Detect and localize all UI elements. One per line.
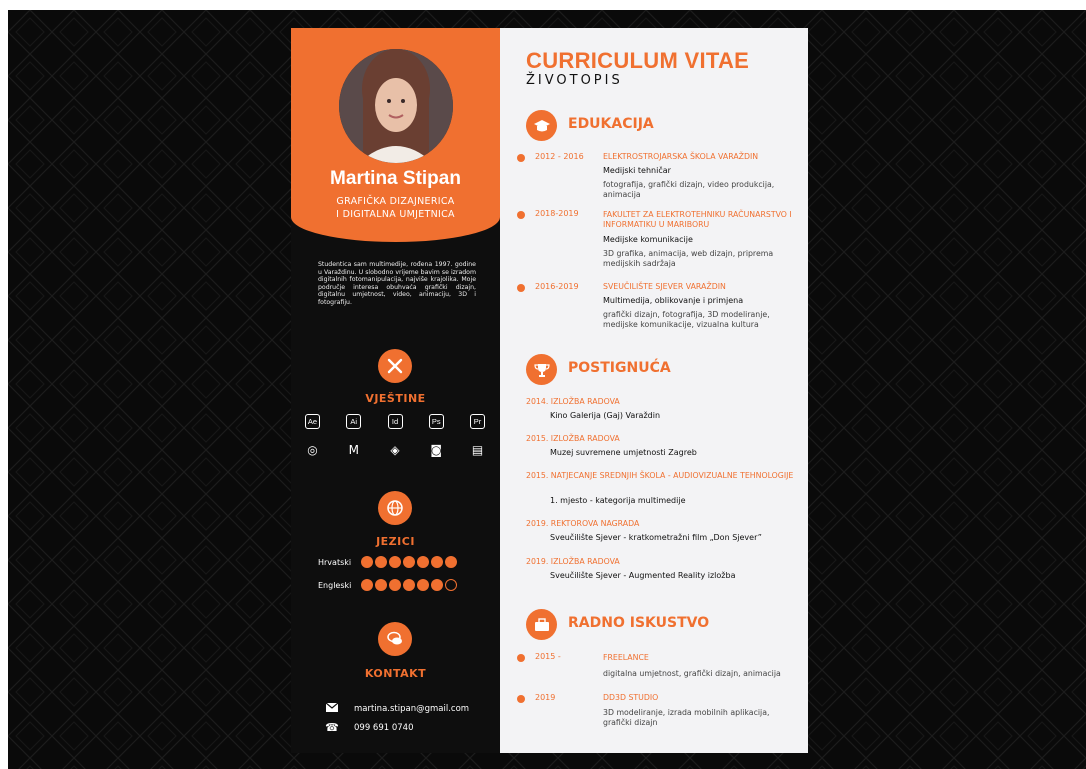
level-dot-filled: [389, 556, 401, 568]
education-desc: grafički dizajn, fotografija, 3D modelir…: [603, 310, 770, 329]
education-bullet: [517, 211, 525, 219]
work-bullet: [517, 654, 525, 662]
education-title: EDUKACIJA: [568, 116, 654, 132]
education-years: 2018-2019: [535, 209, 579, 218]
clapperboard-icon: ▤: [471, 442, 484, 457]
indesign-icon: Id: [387, 414, 403, 429]
profile-photo: [339, 49, 453, 163]
level-dot-filled: [431, 579, 443, 591]
education-program: Medijske komunikacije: [603, 235, 693, 244]
work-title: RADNO ISKUSTVO: [568, 615, 710, 631]
education-school: SVEUČILIŠTE SJEVER VARAŽDIN: [603, 282, 726, 291]
achievement-desc: 1. mjesto - kategorija multimedije: [550, 496, 686, 505]
illustrator-icon: Ai: [346, 414, 362, 429]
level-dot-filled: [389, 579, 401, 591]
cv-title: CURRICULUM VITAE: [526, 48, 750, 73]
trophy-icon: [526, 354, 557, 385]
language-level-dots: [361, 556, 459, 568]
work-desc: 3D modeliranje, izrada mobilnih aplikaci…: [603, 708, 770, 727]
achievement-title: 2015. NATJECANJE SREDNJIH ŠKOLA - AUDIOV…: [526, 471, 794, 480]
achievement-desc: Muzej suvremene umjetnosti Zagreb: [550, 448, 697, 457]
level-dot-filled: [417, 579, 429, 591]
camera-icon: ◙: [430, 442, 443, 457]
level-dot-filled: [375, 556, 387, 568]
contact-title: KONTAKT: [364, 667, 427, 680]
education-desc: fotografija, grafički dizajn, video prod…: [603, 180, 775, 199]
level-dot-filled: [375, 579, 387, 591]
work-years: 2019: [535, 693, 556, 702]
cv-document: Martina Stipan GRAFIČKA DIZAJNERICA I DI…: [291, 28, 808, 753]
software-icons: Ae Ai Id Ps Pr: [305, 414, 485, 429]
person-name: Martina Stipan: [330, 168, 461, 189]
education-desc: 3D grafika, animacija, web dizajn, pripr…: [603, 249, 774, 268]
achievement-desc: Kino Galerija (Gaj) Varaždin: [550, 411, 661, 420]
tool-icons: ◎ M ◈ ◙ ▤: [305, 442, 485, 457]
language-row-croatian: Hrvatski: [318, 556, 459, 568]
level-dot-filled: [417, 556, 429, 568]
unity-icon: ◈: [390, 442, 400, 457]
briefcase-icon: [526, 609, 557, 640]
phone-icon: ☎: [325, 721, 339, 734]
education-program: Medijski tehničar: [603, 166, 671, 175]
level-dot-filled: [361, 579, 373, 591]
job-title-line1: GRAFIČKA DIZAJNERICA: [336, 196, 455, 207]
globe-icon: [378, 491, 412, 525]
work-company: DD3D STUDIO: [603, 693, 659, 702]
level-dot-filled: [403, 579, 415, 591]
achievement-title: 2014. IZLOŽBA RADOVA: [526, 397, 620, 406]
after-effects-icon: Ae: [305, 414, 320, 429]
work-company: FREELANCE: [603, 653, 649, 662]
language-row-english: Engleski: [318, 579, 459, 591]
maya-icon: M: [348, 442, 359, 457]
education-bullet: [517, 154, 525, 162]
graduation-cap-icon: [526, 110, 557, 141]
education-school: ELEKTROSTROJARSKA ŠKOLA VARAŽDIN: [603, 152, 759, 161]
education-program: Multimedija, oblikovanje i primjena: [603, 296, 744, 305]
level-dot-filled: [431, 556, 443, 568]
achievements-title: POSTIGNUĆA: [568, 360, 671, 376]
education-years: 2016-2019: [535, 282, 579, 291]
work-bullet: [517, 695, 525, 703]
achievement-title: 2019. IZLOŽBA RADOVA: [526, 557, 620, 566]
premiere-icon: Pr: [470, 414, 485, 429]
right-column: CURRICULUM VITAE ŽIVOTOPIS EDUKACIJA 201…: [500, 28, 808, 753]
level-dot-empty: [445, 579, 457, 591]
contact-email[interactable]: martina.stipan@gmail.com: [354, 704, 469, 714]
education-school: FAKULTET ZA ELEKTROTEHNIKU RAČUNARSTVO I…: [603, 210, 792, 229]
job-title: GRAFIČKA DIZAJNERICA I DIGITALNA UMJETNI…: [291, 195, 500, 221]
contact-phone[interactable]: 099 691 0740: [354, 723, 413, 733]
blender-icon: ◎: [307, 442, 318, 457]
level-dot-filled: [403, 556, 415, 568]
achievement-desc: Sveučilište Sjever - Augmented Reality i…: [550, 571, 736, 580]
tools-icon: [378, 349, 412, 383]
left-column: Martina Stipan GRAFIČKA DIZAJNERICA I DI…: [291, 28, 500, 753]
language-name: Hrvatski: [318, 557, 352, 567]
work-desc: digitalna umjetnost, grafički dizajn, an…: [603, 669, 781, 678]
envelope-icon: [325, 702, 339, 715]
chat-icon: [378, 622, 412, 656]
photoshop-icon: Ps: [428, 414, 444, 429]
achievement-title: 2015. IZLOŽBA RADOVA: [526, 434, 620, 443]
level-dot-filled: [445, 556, 457, 568]
achievement-desc: Sveučilište Sjever - kratkometražni film…: [550, 533, 762, 542]
achievement-title: 2019. REKTOROVA NAGRADA: [526, 519, 640, 528]
languages-title: JEZICI: [376, 535, 415, 548]
contact-email-row[interactable]: martina.stipan@gmail.com: [325, 702, 469, 715]
language-level-dots: [361, 579, 459, 591]
skills-title: VJEŠTINE: [365, 392, 426, 405]
contact-phone-row[interactable]: ☎ 099 691 0740: [325, 721, 413, 734]
education-years: 2012 - 2016: [535, 152, 584, 161]
language-name: Engleski: [318, 580, 352, 590]
about-text: Studentica sam multimedije, rođena 1997.…: [318, 261, 476, 306]
work-years: 2015 -: [535, 652, 561, 661]
education-bullet: [517, 284, 525, 292]
job-title-line2: I DIGITALNA UMJETNICA: [336, 209, 455, 220]
level-dot-filled: [361, 556, 373, 568]
cv-subtitle: ŽIVOTOPIS: [526, 73, 623, 88]
